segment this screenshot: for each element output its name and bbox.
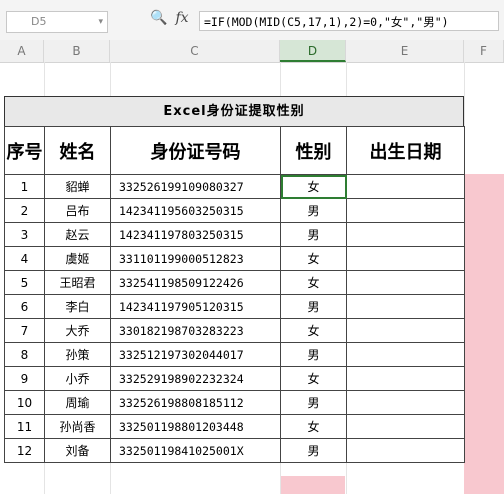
header-row: 序号 姓名 身份证号码 性别 出生日期 [4, 126, 465, 175]
cell-reference: D5 [31, 15, 47, 28]
cell-number[interactable]: 12 [4, 438, 45, 463]
cell-name[interactable]: 虞姬 [44, 246, 111, 271]
cell-birth-date[interactable] [346, 342, 465, 367]
cell-gender[interactable]: 女 [280, 318, 347, 343]
name-box[interactable]: D5 ▾ [6, 11, 108, 33]
cell-name[interactable]: 李白 [44, 294, 111, 319]
cell-name[interactable]: 吕布 [44, 198, 111, 223]
cell-birth-date[interactable] [346, 270, 465, 295]
cell-birth-date[interactable] [346, 294, 465, 319]
cell-number[interactable]: 11 [4, 414, 45, 439]
table-row: 1 貂蝉 332526199109080327 女 [4, 174, 465, 199]
cell-id-number[interactable]: 331101199000512823 [110, 246, 281, 271]
cell-name[interactable]: 刘备 [44, 438, 111, 463]
header-gender[interactable]: 性别 [280, 126, 347, 175]
cell-id-number[interactable]: 332529198902232324 [110, 366, 281, 391]
cell-birth-date[interactable] [346, 438, 465, 463]
cell-id-number[interactable]: 142341195603250315 [110, 198, 281, 223]
cell-gender[interactable]: 男 [280, 198, 347, 223]
cell-number[interactable]: 4 [4, 246, 45, 271]
cell-number[interactable]: 7 [4, 318, 45, 343]
cell-id-number[interactable]: 332526198808185112 [110, 390, 281, 415]
cell-birth-date[interactable] [346, 366, 465, 391]
cell-birth-date[interactable] [346, 174, 465, 199]
cell-number[interactable]: 6 [4, 294, 45, 319]
cell-name[interactable]: 小乔 [44, 366, 111, 391]
table-row: 9 小乔 332529198902232324 女 [4, 366, 465, 391]
cell-number[interactable]: 2 [4, 198, 45, 223]
column-header-f[interactable]: F [464, 40, 504, 62]
cell-gender[interactable]: 女 [280, 270, 347, 295]
cell-id-number[interactable]: 330182198703283223 [110, 318, 281, 343]
table-row: 3 赵云 142341197803250315 男 [4, 222, 465, 247]
cell-number[interactable]: 1 [4, 174, 45, 199]
chevron-down-icon[interactable]: ▾ [98, 12, 103, 32]
cell-number[interactable]: 5 [4, 270, 45, 295]
cell-birth-date[interactable] [346, 390, 465, 415]
cell-id-number[interactable]: 142341197905120315 [110, 294, 281, 319]
cell-name[interactable]: 周瑜 [44, 390, 111, 415]
highlighted-cells-f [464, 174, 504, 494]
header-birth-date[interactable]: 出生日期 [346, 126, 465, 175]
cell-id-number[interactable]: 332526199109080327 [110, 174, 281, 199]
cell-name[interactable]: 貂蝉 [44, 174, 111, 199]
table-row: 7 大乔 330182198703283223 女 [4, 318, 465, 343]
header-number[interactable]: 序号 [4, 126, 45, 175]
cell-name[interactable]: 孙策 [44, 342, 111, 367]
worksheet-grid[interactable]: Excel身份证提取性别 序号 姓名 身份证号码 性别 出生日期 1 貂蝉 33… [0, 62, 504, 494]
cell-number[interactable]: 3 [4, 222, 45, 247]
table-row: 8 孙策 332512197302044017 男 [4, 342, 465, 367]
cell-birth-date[interactable] [346, 414, 465, 439]
cell-birth-date[interactable] [346, 246, 465, 271]
column-header-e[interactable]: E [346, 40, 464, 62]
formula-tools: 🔍 fx [150, 10, 197, 26]
cell-gender[interactable]: 男 [280, 438, 347, 463]
table-row: 12 刘备 33250119841025001X 男 [4, 438, 465, 463]
column-header-c[interactable]: C [110, 40, 280, 62]
cell-number[interactable]: 10 [4, 390, 45, 415]
cell-birth-date[interactable] [346, 222, 465, 247]
formula-bar: D5 ▾ 🔍 fx =IF(MOD(MID(C5,17,1),2)=0,"女","… [0, 0, 504, 41]
formula-input[interactable]: =IF(MOD(MID(C5,17,1),2)=0,"女","男") [199, 11, 499, 31]
zoom-icon[interactable]: 🔍 [150, 10, 167, 26]
cell-id-number[interactable]: 33250119841025001X [110, 438, 281, 463]
table-row: 2 吕布 142341195603250315 男 [4, 198, 465, 223]
column-header-bar: A B C D E F [0, 40, 504, 63]
header-name[interactable]: 姓名 [44, 126, 111, 175]
sheet-title[interactable]: Excel身份证提取性别 [4, 96, 464, 127]
cell-birth-date[interactable] [346, 318, 465, 343]
cell-gender[interactable]: 女 [280, 174, 347, 199]
header-id-number[interactable]: 身份证号码 [110, 126, 281, 175]
cell-id-number[interactable]: 332541198509122426 [110, 270, 281, 295]
table-row: 11 孙尚香 332501198801203448 女 [4, 414, 465, 439]
cell-gender[interactable]: 男 [280, 390, 347, 415]
highlighted-cells-d [281, 476, 345, 494]
table-row: 4 虞姬 331101199000512823 女 [4, 246, 465, 271]
cell-birth-date[interactable] [346, 198, 465, 223]
column-header-a[interactable]: A [0, 40, 44, 62]
column-header-b[interactable]: B [44, 40, 110, 62]
cell-gender[interactable]: 女 [280, 246, 347, 271]
cell-gender[interactable]: 男 [280, 222, 347, 247]
table-row: 5 王昭君 332541198509122426 女 [4, 270, 465, 295]
cell-name[interactable]: 大乔 [44, 318, 111, 343]
table-row: 10 周瑜 332526198808185112 男 [4, 390, 465, 415]
cell-number[interactable]: 8 [4, 342, 45, 367]
cell-id-number[interactable]: 142341197803250315 [110, 222, 281, 247]
column-header-d[interactable]: D [280, 40, 346, 62]
cell-gender[interactable]: 男 [280, 342, 347, 367]
cell-number[interactable]: 9 [4, 366, 45, 391]
cell-name[interactable]: 赵云 [44, 222, 111, 247]
cell-id-number[interactable]: 332512197302044017 [110, 342, 281, 367]
cell-gender[interactable]: 女 [280, 366, 347, 391]
cell-name[interactable]: 王昭君 [44, 270, 111, 295]
table-row: 6 李白 142341197905120315 男 [4, 294, 465, 319]
cell-gender[interactable]: 女 [280, 414, 347, 439]
cell-name[interactable]: 孙尚香 [44, 414, 111, 439]
cell-id-number[interactable]: 332501198801203448 [110, 414, 281, 439]
function-icon[interactable]: fx [175, 10, 188, 26]
data-table: 序号 姓名 身份证号码 性别 出生日期 1 貂蝉 332526199109080… [4, 126, 465, 463]
cell-gender[interactable]: 男 [280, 294, 347, 319]
